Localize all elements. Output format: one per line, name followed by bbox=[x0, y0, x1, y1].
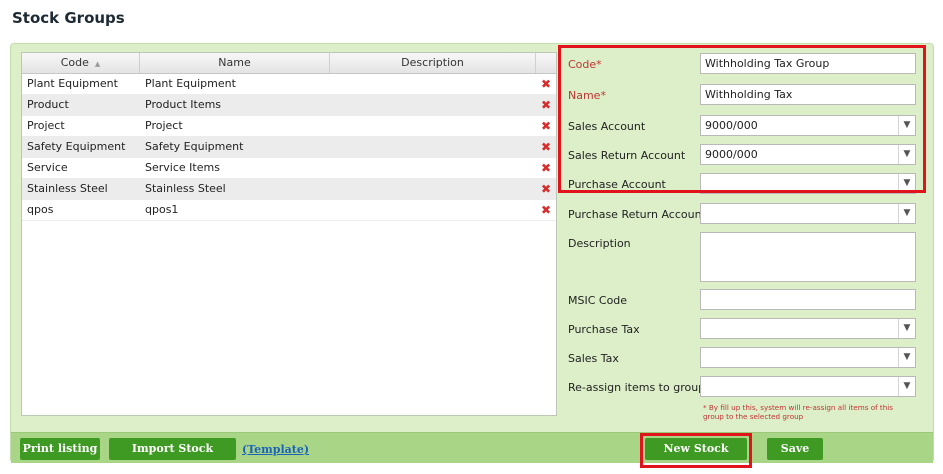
cell-code: Project bbox=[27, 119, 65, 132]
cell-name: qpos1 bbox=[145, 203, 179, 216]
table-row[interactable]: qpos qpos1 ✖ bbox=[22, 200, 556, 221]
description-label: Description bbox=[568, 237, 631, 250]
table-row[interactable]: Project Project ✖ bbox=[22, 116, 556, 137]
cell-code: Stainless Steel bbox=[27, 182, 108, 195]
cell-code: Service bbox=[27, 161, 68, 174]
cell-name: Stainless Steel bbox=[145, 182, 226, 195]
purchase-return-account-label: Purchase Return Account bbox=[568, 208, 706, 221]
cell-description bbox=[330, 137, 536, 157]
purchase-return-account-select[interactable]: ▼ bbox=[700, 203, 916, 224]
sales-tax-label: Sales Tax bbox=[568, 352, 619, 365]
print-listing-button[interactable]: Print listing bbox=[20, 438, 100, 460]
form-row-reassign: Re-assign items to group ▼ bbox=[562, 376, 932, 404]
import-stock-groups-button[interactable]: Import Stock Groups bbox=[109, 438, 236, 474]
reassign-note: * By fill up this, system will re-assign… bbox=[703, 403, 894, 421]
cell-name: Product Items bbox=[145, 98, 222, 111]
form-row-sales-tax: Sales Tax ▼ bbox=[562, 347, 932, 375]
cell-code: Product bbox=[27, 98, 69, 111]
form-row-msic-code: MSIC Code bbox=[562, 289, 932, 317]
description-textarea[interactable] bbox=[700, 232, 916, 282]
column-header-name[interactable]: Name bbox=[140, 53, 330, 73]
msic-code-input[interactable] bbox=[700, 289, 916, 310]
table-row[interactable]: Product Product Items ✖ bbox=[22, 95, 556, 116]
chevron-down-icon[interactable]: ▼ bbox=[898, 319, 915, 338]
highlight-box-new-button bbox=[640, 433, 752, 468]
form-row-purchase-return-account: Purchase Return Account ▼ bbox=[562, 203, 932, 231]
cell-code: qpos bbox=[27, 203, 54, 216]
cell-description bbox=[330, 200, 536, 220]
cell-code: Safety Equipment bbox=[27, 140, 126, 153]
template-link[interactable]: (Template) bbox=[242, 443, 309, 456]
purchase-tax-select[interactable]: ▼ bbox=[700, 318, 916, 339]
table-row[interactable]: Service Service Items ✖ bbox=[22, 158, 556, 179]
cell-name: Service Items bbox=[145, 161, 220, 174]
purchase-tax-label: Purchase Tax bbox=[568, 323, 640, 336]
chevron-down-icon[interactable]: ▼ bbox=[898, 377, 915, 396]
table-row[interactable]: Plant Equipment Plant Equipment ✖ bbox=[22, 74, 556, 95]
cell-name: Safety Equipment bbox=[145, 140, 244, 153]
msic-code-label: MSIC Code bbox=[568, 294, 628, 307]
cell-name: Plant Equipment bbox=[145, 77, 236, 90]
column-header-description[interactable]: Description bbox=[330, 53, 536, 73]
delete-icon[interactable]: ✖ bbox=[536, 116, 556, 136]
chevron-down-icon[interactable]: ▼ bbox=[898, 348, 915, 367]
cell-description bbox=[330, 179, 536, 199]
sort-ascending-icon: ▲ bbox=[94, 60, 101, 68]
form-row-description: Description bbox=[562, 232, 932, 286]
table-row[interactable]: Safety Equipment Safety Equipment ✖ bbox=[22, 137, 556, 158]
sales-tax-select[interactable]: ▼ bbox=[700, 347, 916, 368]
cell-description bbox=[330, 158, 536, 178]
delete-icon[interactable]: ✖ bbox=[536, 95, 556, 115]
cell-name: Project bbox=[145, 119, 183, 132]
reassign-label: Re-assign items to group bbox=[568, 381, 706, 394]
reassign-group-select[interactable]: ▼ bbox=[700, 376, 916, 397]
save-button[interactable]: Save bbox=[767, 438, 823, 460]
table-header: Code ▲ Name Description bbox=[22, 53, 556, 74]
chevron-down-icon[interactable]: ▼ bbox=[898, 204, 915, 223]
delete-icon[interactable]: ✖ bbox=[536, 179, 556, 199]
column-header-code[interactable]: Code ▲ bbox=[22, 53, 140, 73]
cell-description bbox=[330, 116, 536, 136]
column-header-actions bbox=[536, 53, 556, 73]
delete-icon[interactable]: ✖ bbox=[536, 200, 556, 220]
delete-icon[interactable]: ✖ bbox=[536, 74, 556, 94]
cell-code: Plant Equipment bbox=[27, 77, 118, 90]
delete-icon[interactable]: ✖ bbox=[536, 137, 556, 157]
stock-groups-table: Code ▲ Name Description Plant Equipment P… bbox=[21, 52, 557, 416]
delete-icon[interactable]: ✖ bbox=[536, 158, 556, 178]
table-row[interactable]: Stainless Steel Stainless Steel ✖ bbox=[22, 179, 556, 200]
cell-description bbox=[330, 95, 536, 115]
highlight-box-form bbox=[558, 45, 926, 193]
page-title: Stock Groups bbox=[12, 9, 125, 27]
cell-description bbox=[330, 74, 536, 94]
form-row-purchase-tax: Purchase Tax ▼ bbox=[562, 318, 932, 346]
